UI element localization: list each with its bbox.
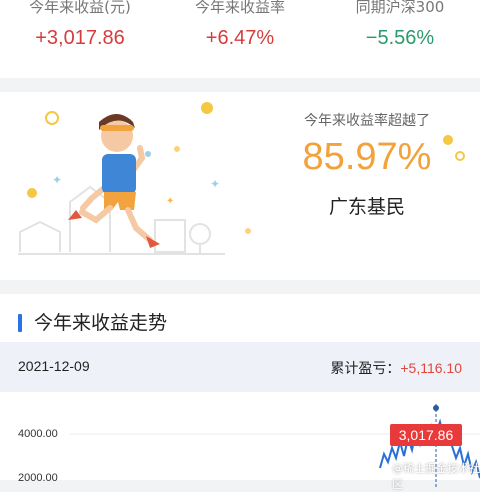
svg-text:✦: ✦ <box>210 177 220 191</box>
rank-card: ✦ ✦ ✦ 今年来收益率超越了 85.97% 广东基民 <box>0 92 480 280</box>
section-accent-bar <box>18 314 22 332</box>
trend-date-bar: 2021-12-09 累计盈亏：+5,116.10 <box>0 342 480 392</box>
rank-caption: 今年来收益率超越了 <box>304 113 430 129</box>
sparkle-decoration <box>443 135 465 161</box>
trend-title: 今年来收益走势 <box>34 312 168 334</box>
stats-header: 今年来收益(元) +3,017.86 今年来收益率 +6.47% 同期沪深300… <box>0 0 480 78</box>
cumulative-label: 累计盈亏： <box>330 361 401 377</box>
stat-value: −5.56% <box>365 27 435 49</box>
stat-label: 今年来收益(元) <box>29 0 131 16</box>
chart-tooltip: 3,017.86 <box>390 424 462 446</box>
stat-label: 同期沪深300 <box>355 0 445 16</box>
stat-ytd-rate[interactable]: 今年来收益率 +6.47% <box>160 0 320 51</box>
rank-percent: 85.97% <box>302 136 432 178</box>
stat-csi300[interactable]: 同期沪深300 −5.56% <box>320 0 480 51</box>
svg-text:✦: ✦ <box>52 173 62 187</box>
cumulative-pnl: 累计盈亏：+5,116.10 <box>330 358 462 378</box>
trend-date: 2021-12-09 <box>18 358 90 374</box>
runner-illustration: ✦ ✦ ✦ <box>18 102 251 255</box>
stat-label: 今年来收益率 <box>194 0 285 16</box>
crosshair-dot <box>433 405 439 411</box>
stat-value: +3,017.86 <box>35 27 125 49</box>
cumulative-value: +5,116.10 <box>400 360 462 376</box>
watermark: @稀土掘金技术社区 <box>392 462 480 491</box>
rank-subject: 广东基民 <box>328 196 405 218</box>
svg-text:✦: ✦ <box>166 196 174 207</box>
stat-value: +6.47% <box>205 27 275 49</box>
stat-ytd-income[interactable]: 今年来收益(元) +3,017.86 <box>0 0 160 51</box>
